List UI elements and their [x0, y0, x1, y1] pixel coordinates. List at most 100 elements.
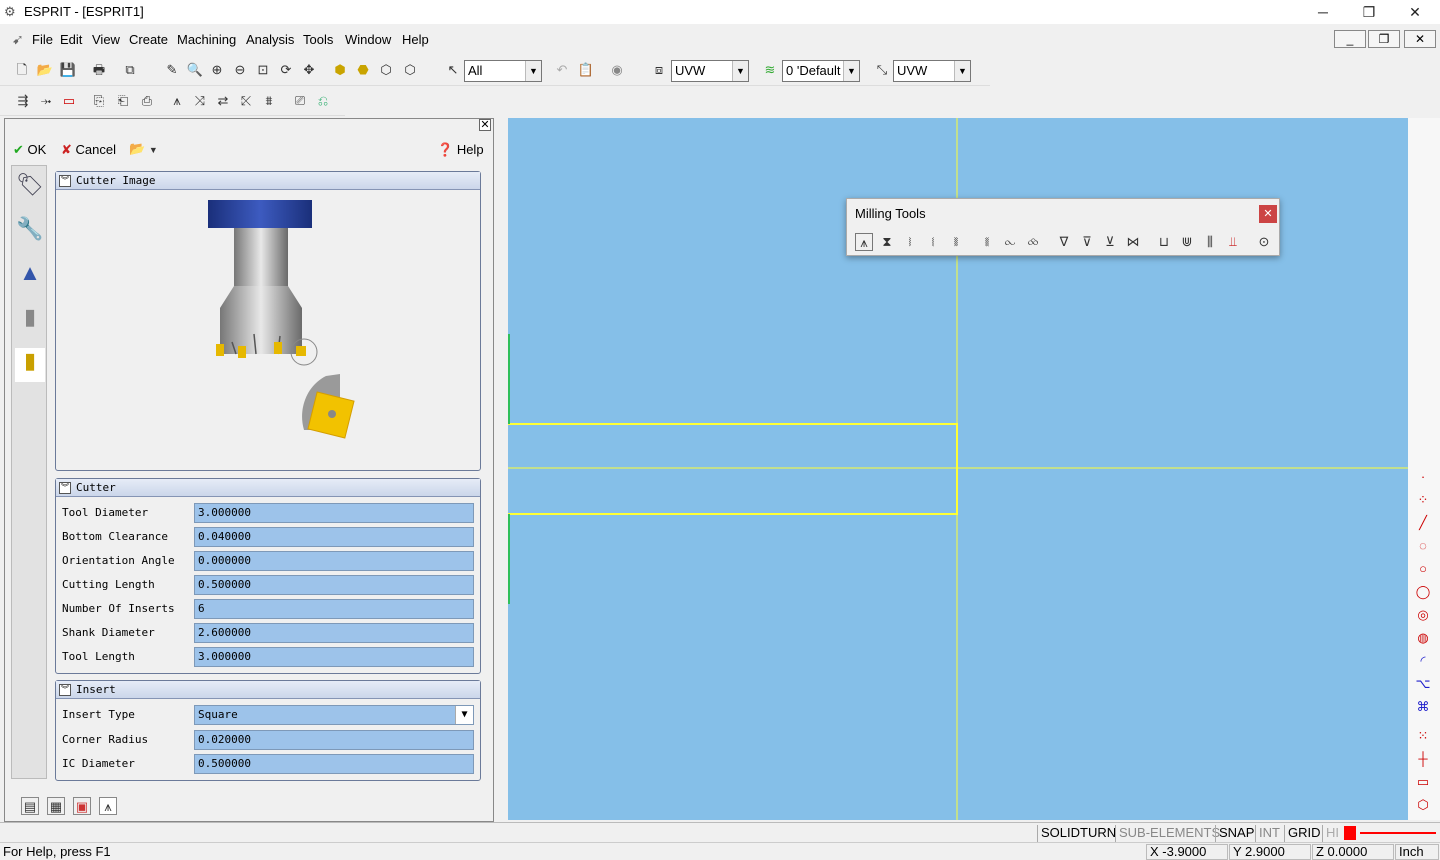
color-swatch[interactable] — [1344, 826, 1356, 840]
zoom-fit-icon[interactable]: ⊡ — [254, 61, 272, 79]
operation-2-icon[interactable]: ⤞ — [37, 92, 55, 110]
operation-10-icon[interactable]: ⤪ — [237, 92, 255, 110]
operations-tab-icon[interactable]: ▣ — [73, 797, 91, 815]
menu-view[interactable]: View — [92, 32, 120, 47]
new-icon[interactable]: 🗋 — [13, 61, 31, 79]
save-icon[interactable]: 💾 — [59, 61, 77, 79]
operation-12-icon[interactable]: ⎚ — [291, 92, 309, 110]
rotate-icon[interactable]: ⟳ — [277, 61, 295, 79]
thread-mill-icon[interactable]: ⋓ — [1178, 233, 1196, 251]
shank-diameter-field[interactable]: 2.600000 — [194, 623, 474, 643]
zoom-window-icon[interactable]: 🔍 — [186, 61, 204, 79]
view-plane-icon[interactable]: ⤡ — [873, 61, 891, 79]
shade-icon[interactable]: ⬢ — [331, 61, 349, 79]
feature-1-icon[interactable]: ⌥ — [1414, 675, 1432, 693]
milling-tools-close-button[interactable]: ✕ — [1259, 205, 1277, 223]
corner-radius-field[interactable]: 0.020000 — [194, 730, 474, 750]
shade-edges-icon[interactable]: ⬣ — [354, 61, 372, 79]
operation-1-icon[interactable]: ⇶ — [14, 92, 32, 110]
pattern-icon[interactable]: ⁙ — [1414, 727, 1432, 745]
line-style-indicator[interactable] — [1360, 832, 1436, 834]
operation-5-icon[interactable]: ⎗ — [114, 92, 132, 110]
number-of-inserts-field[interactable]: 6 — [194, 599, 474, 619]
operation-13-icon[interactable]: ⎌ — [314, 92, 332, 110]
slot-mill-icon[interactable]: ⧚ — [947, 233, 965, 251]
zoom-out-icon[interactable]: ⊖ — [231, 61, 249, 79]
menu-file[interactable]: File — [32, 32, 53, 47]
tap-icon[interactable]: ⧝ — [1024, 233, 1042, 251]
menu-edit[interactable]: Edit — [60, 32, 82, 47]
circle-3-icon[interactable]: ◯ — [1414, 583, 1432, 601]
operation-9-icon[interactable]: ⇄ — [214, 92, 232, 110]
woodruff-icon[interactable]: ⫼ — [1201, 233, 1219, 251]
panel-close-button[interactable]: ✕ — [479, 119, 491, 131]
record-icon[interactable]: ◉ — [608, 61, 626, 79]
print-icon[interactable]: 🖶 — [90, 61, 108, 79]
drill-icon[interactable]: ⧛ — [978, 233, 996, 251]
solidturn-toggle[interactable]: SOLIDTURN — [1037, 825, 1119, 842]
filter-select[interactable]: All ▼ — [464, 60, 542, 82]
cancel-button[interactable]: ✘ Cancel — [61, 142, 116, 158]
feature-2-icon[interactable]: ⌘ — [1414, 698, 1432, 716]
menu-create[interactable]: Create — [129, 32, 168, 47]
center-drill-icon[interactable]: ⊻ — [1101, 233, 1119, 251]
pan-icon[interactable]: ✎ — [163, 61, 181, 79]
wireframe-icon[interactable]: ⬡ — [377, 61, 395, 79]
operation-8-icon[interactable]: ⤨ — [191, 92, 209, 110]
hi-toggle[interactable]: HI — [1322, 825, 1342, 842]
sub-elements-toggle[interactable]: SUB-ELEMENTS — [1115, 825, 1223, 842]
menu-tools[interactable]: Tools — [303, 32, 333, 47]
tool-diameter-field[interactable]: 3.000000 — [194, 503, 474, 523]
paste-icon[interactable]: 📋 — [577, 61, 595, 79]
point-options-icon[interactable]: ⁘ — [1414, 491, 1432, 509]
cutting-length-field[interactable]: 0.500000 — [194, 575, 474, 595]
view-plane-select[interactable]: UVW ▼ — [893, 60, 971, 82]
cutter-tab-icon[interactable]: ▮ — [15, 348, 45, 382]
ball-mill-icon[interactable]: ⧘ — [901, 233, 919, 251]
face-mill-icon[interactable]: ⩚ — [855, 233, 873, 251]
polygon-icon[interactable]: ⬡ — [1414, 796, 1432, 814]
dovetail-icon[interactable]: ⫫ — [1224, 233, 1242, 251]
operation-7-icon[interactable]: ⩚ — [168, 92, 186, 110]
rectangle-icon[interactable]: ▭ — [1414, 773, 1432, 791]
orientation-angle-field[interactable]: 0.000000 — [194, 551, 474, 571]
cutter-image-header[interactable]: ︾ Cutter Image — [56, 172, 480, 190]
ic-diameter-field[interactable]: 0.500000 — [194, 754, 474, 774]
help-button[interactable]: ❓ Help — [437, 142, 484, 158]
minimize-button[interactable]: ─ — [1300, 0, 1346, 24]
menu-window[interactable]: Window — [345, 32, 391, 47]
open-menu-button[interactable]: 📂 ▼ — [129, 141, 158, 157]
operation-4-icon[interactable]: ⎘ — [90, 92, 108, 110]
insert-header[interactable]: ︾ Insert — [56, 681, 480, 699]
bull-mill-icon[interactable]: ⧙ — [924, 233, 942, 251]
circle-2-icon[interactable]: ○ — [1414, 560, 1432, 578]
countersink-icon[interactable]: ⋈ — [1124, 233, 1142, 251]
mdi-restore-button[interactable]: ❐ — [1368, 30, 1400, 48]
line-icon[interactable]: ╱ — [1414, 514, 1432, 532]
chamfer-mill-icon[interactable]: ⊔ — [1155, 233, 1173, 251]
boring-bar-icon[interactable]: ⊽ — [1078, 233, 1096, 251]
mdi-minimize-button[interactable]: _ — [1334, 30, 1366, 48]
layer-select[interactable]: 0 'Default ▼ — [782, 60, 860, 82]
ok-button[interactable]: ✔ OK — [13, 142, 46, 158]
shank-icon[interactable]: ▮ — [15, 304, 45, 338]
tool-tag-icon[interactable]: 🏷 — [15, 172, 45, 206]
zoom-in-icon[interactable]: ⊕ — [208, 61, 226, 79]
open-icon[interactable]: 📂 — [36, 61, 54, 79]
layer-icon[interactable]: ≋ — [761, 61, 779, 79]
end-mill-icon[interactable]: ⧗ — [878, 233, 896, 251]
hidden-line-icon[interactable]: ⬡ — [401, 61, 419, 79]
reamer-icon[interactable]: ∇ — [1055, 233, 1073, 251]
menu-analysis[interactable]: Analysis — [246, 32, 294, 47]
circle-4-icon[interactable]: ◎ — [1414, 606, 1432, 624]
undo-icon[interactable]: ↶ — [553, 61, 571, 79]
operation-6-icon[interactable]: ⎙ — [138, 92, 156, 110]
int-toggle[interactable]: INT — [1255, 825, 1283, 842]
menu-help[interactable]: Help — [402, 32, 429, 47]
snap-toggle[interactable]: SNAP — [1215, 825, 1257, 842]
menu-machining[interactable]: Machining — [177, 32, 236, 47]
bottom-clearance-field[interactable]: 0.040000 — [194, 527, 474, 547]
wrench-icon[interactable]: 🔧 — [15, 216, 45, 250]
insert-type-select[interactable]: Square ▼ — [194, 705, 474, 725]
custom-tool-icon[interactable]: ⊙ — [1255, 233, 1273, 251]
